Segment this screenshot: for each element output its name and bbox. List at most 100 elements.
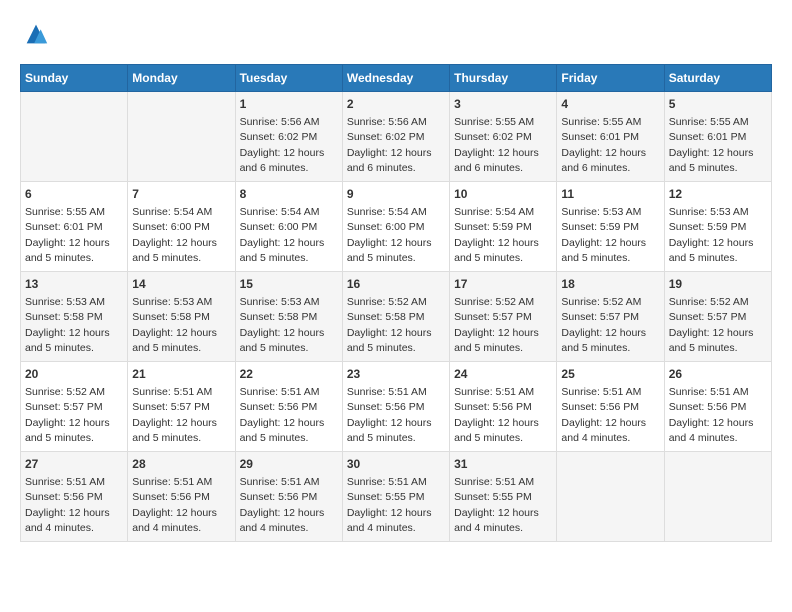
day-info: Sunrise: 5:52 AM Sunset: 5:57 PM Dayligh… (25, 386, 110, 444)
calendar-cell: 15 Sunrise: 5:53 AM Sunset: 5:58 PM Dayli… (235, 272, 342, 362)
calendar-cell: 29Sunrise: 5:51 AM Sunset: 5:56 PM Dayli… (235, 452, 342, 542)
day-number: 7 (132, 186, 230, 203)
day-info: Sunrise: 5:55 AM Sunset: 6:01 PM Dayligh… (561, 116, 646, 174)
day-info: Sunrise: 5:53 AM Sunset: 5:58 PM Dayligh… (25, 296, 110, 354)
calendar-cell: 21 Sunrise: 5:51 AM Sunset: 5:57 PM Dayli… (128, 362, 235, 452)
calendar-cell: 10 Sunrise: 5:54 AM Sunset: 5:59 PM Dayli… (450, 182, 557, 272)
calendar-cell: 3Sunrise: 5:55 AM Sunset: 6:02 PM Daylig… (450, 92, 557, 182)
day-info: Sunrise: 5:52 AM Sunset: 5:57 PM Dayligh… (669, 296, 754, 354)
calendar-cell (21, 92, 128, 182)
day-info: Sunrise: 5:55 AM Sunset: 6:02 PM Dayligh… (454, 116, 539, 174)
day-info: Sunrise: 5:56 AM Sunset: 6:02 PM Dayligh… (347, 116, 432, 174)
calendar-week-row: 20 Sunrise: 5:52 AM Sunset: 5:57 PM Dayli… (21, 362, 772, 452)
day-number: 21 (132, 366, 230, 383)
day-number: 6 (25, 186, 123, 203)
day-info: Sunrise: 5:51 AM Sunset: 5:57 PM Dayligh… (132, 386, 217, 444)
day-number: 8 (240, 186, 338, 203)
day-info: Sunrise: 5:54 AM Sunset: 6:00 PM Dayligh… (132, 206, 217, 264)
day-info: Sunrise: 5:51 AM Sunset: 5:56 PM Dayligh… (454, 386, 539, 444)
calendar-cell: 1Sunrise: 5:56 AM Sunset: 6:02 PM Daylig… (235, 92, 342, 182)
calendar-cell: 28 Sunrise: 5:51 AM Sunset: 5:56 PM Dayli… (128, 452, 235, 542)
day-number: 2 (347, 96, 445, 113)
weekday-header: Wednesday (342, 65, 449, 92)
day-info: Sunrise: 5:52 AM Sunset: 5:58 PM Dayligh… (347, 296, 432, 354)
day-info: Sunrise: 5:54 AM Sunset: 5:59 PM Dayligh… (454, 206, 539, 264)
calendar-cell (664, 452, 771, 542)
calendar-cell: 6 Sunrise: 5:55 AM Sunset: 6:01 PM Daylig… (21, 182, 128, 272)
day-info: Sunrise: 5:55 AM Sunset: 6:01 PM Dayligh… (25, 206, 110, 264)
calendar-cell: 30 Sunrise: 5:51 AM Sunset: 5:55 PM Dayli… (342, 452, 449, 542)
day-number: 28 (132, 456, 230, 473)
calendar-cell: 18 Sunrise: 5:52 AM Sunset: 5:57 PM Dayli… (557, 272, 664, 362)
day-number: 22 (240, 366, 338, 383)
day-number: 20 (25, 366, 123, 383)
weekday-header: Thursday (450, 65, 557, 92)
day-number: 17 (454, 276, 552, 293)
day-number: 16 (347, 276, 445, 293)
calendar-week-row: 1 Sunrise: 5:56 AM Sunset: 6:02 PM Daylig… (21, 92, 772, 182)
day-info: Sunrise: 5:52 AM Sunset: 5:57 PM Dayligh… (561, 296, 646, 354)
day-number: 15 (240, 276, 338, 293)
day-info: Sunrise: 5:51 AM Sunset: 5:56 PM Dayligh… (347, 386, 432, 444)
day-number: 27 (25, 456, 123, 473)
calendar-cell: 19 Sunrise: 5:52 AM Sunset: 5:57 PM Dayli… (664, 272, 771, 362)
day-info: Sunrise: 5:53 AM Sunset: 5:58 PM Dayligh… (132, 296, 217, 354)
day-info: Sunrise: 5:53 AM Sunset: 5:59 PM Dayligh… (669, 206, 754, 264)
calendar-cell: 25Sunrise: 5:51 AM Sunset: 5:56 PM Dayli… (557, 362, 664, 452)
day-info: Sunrise: 5:51 AM Sunset: 5:56 PM Dayligh… (132, 476, 217, 534)
day-info: Sunrise: 5:51 AM Sunset: 5:56 PM Dayligh… (240, 386, 325, 444)
calendar-week-row: 13 Sunrise: 5:53 AM Sunset: 5:58 PM Dayli… (21, 272, 772, 362)
day-info: Sunrise: 5:55 AM Sunset: 6:01 PM Dayligh… (669, 116, 754, 174)
day-info: Sunrise: 5:52 AM Sunset: 5:57 PM Dayligh… (454, 296, 539, 354)
day-number: 18 (561, 276, 659, 293)
calendar-cell: 12 Sunrise: 5:53 AM Sunset: 5:59 PM Dayli… (664, 182, 771, 272)
day-number: 24 (454, 366, 552, 383)
day-info: Sunrise: 5:51 AM Sunset: 5:56 PM Dayligh… (240, 476, 325, 534)
weekday-header: Monday (128, 65, 235, 92)
logo-icon (22, 20, 50, 48)
calendar-cell: 5 Sunrise: 5:55 AM Sunset: 6:01 PM Daylig… (664, 92, 771, 182)
calendar-cell: 27 Sunrise: 5:51 AM Sunset: 5:56 PM Dayli… (21, 452, 128, 542)
day-info: Sunrise: 5:53 AM Sunset: 5:58 PM Dayligh… (240, 296, 325, 354)
calendar-cell: 20 Sunrise: 5:52 AM Sunset: 5:57 PM Dayli… (21, 362, 128, 452)
day-info: Sunrise: 5:51 AM Sunset: 5:55 PM Dayligh… (454, 476, 539, 534)
day-info: Sunrise: 5:54 AM Sunset: 6:00 PM Dayligh… (240, 206, 325, 264)
calendar-cell: 2 Sunrise: 5:56 AM Sunset: 6:02 PM Daylig… (342, 92, 449, 182)
calendar-cell: 23 Sunrise: 5:51 AM Sunset: 5:56 PM Dayli… (342, 362, 449, 452)
calendar-cell (557, 452, 664, 542)
weekday-header: Tuesday (235, 65, 342, 92)
page-header (20, 20, 772, 48)
calendar-cell: 31 Sunrise: 5:51 AM Sunset: 5:55 PM Dayli… (450, 452, 557, 542)
day-number: 31 (454, 456, 552, 473)
day-number: 13 (25, 276, 123, 293)
day-info: Sunrise: 5:51 AM Sunset: 5:56 PM Dayligh… (561, 386, 646, 444)
calendar-cell: 8 Sunrise: 5:54 AM Sunset: 6:00 PM Daylig… (235, 182, 342, 272)
calendar-cell: 17 Sunrise: 5:52 AM Sunset: 5:57 PM Dayli… (450, 272, 557, 362)
calendar-cell: 22 Sunrise: 5:51 AM Sunset: 5:56 PM Dayli… (235, 362, 342, 452)
day-info: Sunrise: 5:51 AM Sunset: 5:56 PM Dayligh… (25, 476, 110, 534)
calendar-cell: 4 Sunrise: 5:55 AM Sunset: 6:01 PM Daylig… (557, 92, 664, 182)
day-info: Sunrise: 5:51 AM Sunset: 5:55 PM Dayligh… (347, 476, 432, 534)
day-info: Sunrise: 5:53 AM Sunset: 5:59 PM Dayligh… (561, 206, 646, 264)
day-info: Sunrise: 5:51 AM Sunset: 5:56 PM Dayligh… (669, 386, 754, 444)
calendar-table: SundayMondayTuesdayWednesdayThursdayFrid… (20, 64, 772, 542)
day-number: 4 (561, 96, 659, 113)
weekday-header: Friday (557, 65, 664, 92)
calendar-cell: 14 Sunrise: 5:53 AM Sunset: 5:58 PM Dayli… (128, 272, 235, 362)
day-number: 19 (669, 276, 767, 293)
logo (20, 20, 50, 48)
calendar-week-row: 27 Sunrise: 5:51 AM Sunset: 5:56 PM Dayli… (21, 452, 772, 542)
day-number: 23 (347, 366, 445, 383)
day-number: 14 (132, 276, 230, 293)
day-number: 12 (669, 186, 767, 203)
day-number: 1 (240, 96, 338, 113)
day-number: 5 (669, 96, 767, 113)
calendar-cell: 7 Sunrise: 5:54 AM Sunset: 6:00 PM Daylig… (128, 182, 235, 272)
calendar-cell: 9Sunrise: 5:54 AM Sunset: 6:00 PM Daylig… (342, 182, 449, 272)
day-info: Sunrise: 5:54 AM Sunset: 6:00 PM Dayligh… (347, 206, 432, 264)
day-number: 30 (347, 456, 445, 473)
calendar-cell: 26Sunrise: 5:51 AM Sunset: 5:56 PM Dayli… (664, 362, 771, 452)
day-number: 10 (454, 186, 552, 203)
weekday-header: Saturday (664, 65, 771, 92)
calendar-cell: 24 Sunrise: 5:51 AM Sunset: 5:56 PM Dayli… (450, 362, 557, 452)
